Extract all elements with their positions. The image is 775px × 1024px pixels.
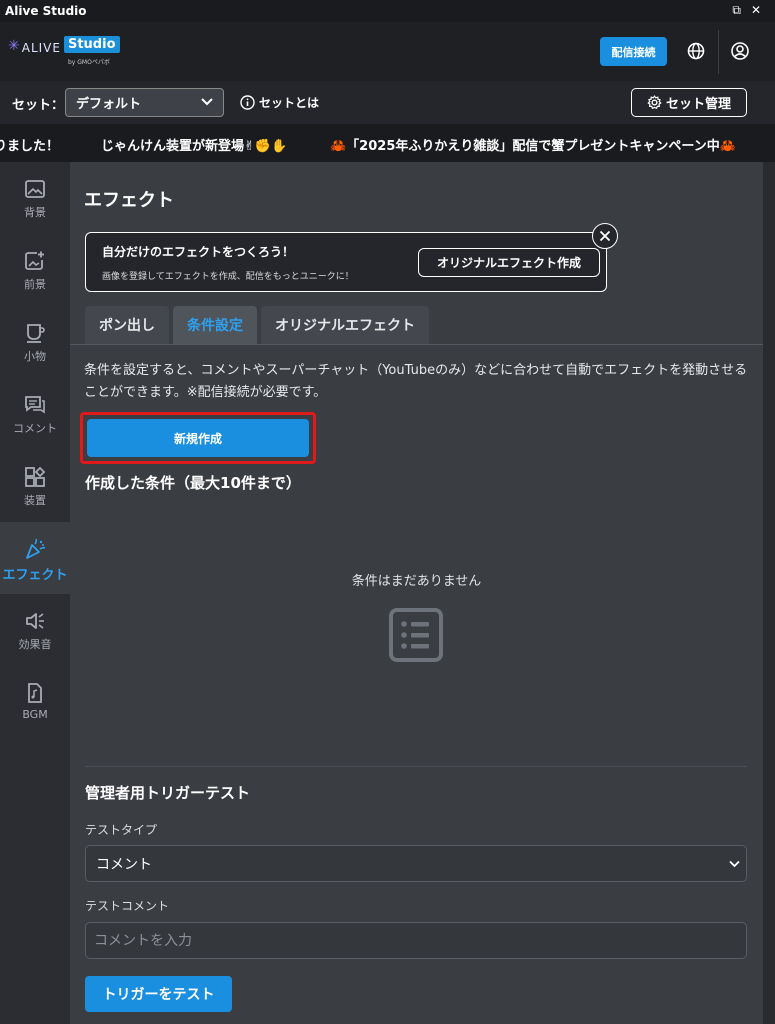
conditions-section-title: 作成した条件（最大10件まで） [85,474,301,492]
tab-pon-dashi[interactable]: ポン出し [85,306,169,344]
app-header: ✳ ALIVE Studio by GMOペパボ 配信接続 [0,22,775,81]
page-title: エフェクト [84,190,174,211]
effect-tabs: ポン出し 条件設定 オリジナルエフェクト [85,306,429,344]
user-account-icon[interactable] [730,41,750,61]
header-divider [718,30,719,74]
close-icon[interactable]: ✕ [751,3,761,17]
globe-icon[interactable] [686,41,706,61]
sidebar-item-label: 背景 [24,206,46,219]
chevron-down-icon [729,860,740,868]
create-original-effect-button[interactable]: オリジナルエフェクト作成 [418,248,600,277]
cup-icon [27,324,45,343]
admin-trigger-title: 管理者用トリガーテスト [85,784,251,802]
window-titlebar: Alive Studio ⧉ ✕ [0,0,775,22]
sidebar-item-label: 小物 [24,350,46,363]
comment-icon [25,396,45,414]
test-type-select[interactable]: コメント [85,845,747,882]
new-button-highlight: 新規作成 [80,412,316,464]
sidebar-item-foreground[interactable]: 前景 [0,234,70,306]
news-ticker: りました！ じゃんけん装置が新登場✌✊✋ 🦀「2025年ふりかえり雑談」配信で蟹… [0,124,775,162]
close-icon [599,230,611,242]
ticker-item[interactable]: りました！ [0,135,59,154]
sidebar-item-label: エフェクト [2,568,68,583]
sidebar-item-comment[interactable]: コメント [0,378,70,450]
gear-icon [647,95,662,110]
logo-by-text: by GMOペパボ [68,59,110,66]
music-file-icon [28,683,42,703]
chevron-down-icon [201,98,213,106]
image-icon [25,180,45,198]
set-label: セット： [12,98,65,113]
sidebar-item-label: 前景 [24,278,46,291]
promo-close-button[interactable] [592,223,618,249]
ticker-item[interactable]: 🦀「2025年ふりかえり雑談」配信で蟹プレゼントキャンペーン中🦀 [330,135,736,154]
sidebar-item-label: 装置 [24,494,46,507]
sidebar-item-props[interactable]: 小物 [0,306,70,378]
restore-icon[interactable]: ⧉ [732,3,741,17]
main-panel: エフェクト 自分だけのエフェクトをつくろう！ 画像を登録してエフェクトを作成、配… [70,162,763,1024]
scrollbar[interactable] [763,162,775,1024]
stream-connect-button[interactable]: 配信接続 [600,37,667,66]
sidebar-item-bgm[interactable]: BGM [0,666,70,738]
star-logo-icon: ✳ [8,38,20,54]
set-help-link[interactable]: セットとは [240,94,319,111]
test-trigger-button[interactable]: トリガーをテスト [85,976,232,1012]
condition-description: 条件を設定すると、コメントやスーパーチャット（YouTubeのみ）などに合わせて… [84,363,748,400]
sidebar-item-effect[interactable]: エフェクト [0,522,70,594]
sidebar-item-device[interactable]: 装置 [0,450,70,522]
promo-banner: 自分だけのエフェクトをつくろう！ 画像を登録してエフェクトを作成、配信をもっとユ… [85,223,618,292]
sidebar-item-label: BGM [22,708,48,721]
speaker-icon [26,613,44,629]
tab-condition-settings[interactable]: 条件設定 [173,306,257,344]
set-manage-button[interactable]: セット管理 [631,88,747,117]
sidebar-item-sound-effect[interactable]: 効果音 [0,594,70,666]
alive-studio-logo[interactable]: ✳ ALIVE Studio by GMOペパボ [8,36,120,66]
new-condition-button[interactable]: 新規作成 [87,419,309,457]
test-comment-input[interactable] [85,922,747,959]
sidebar-item-label: コメント [13,422,57,435]
tab-original-effect[interactable]: オリジナルエフェクト [261,306,429,344]
section-divider [85,766,747,767]
set-bar: セット： デフォルト セットとは セット管理 [0,81,775,124]
test-comment-label: テストコメント [85,899,170,913]
test-type-value: コメント [96,856,152,873]
list-icon [389,608,443,662]
set-manage-text: セット管理 [665,97,731,112]
device-icon [25,466,46,487]
set-help-text: セットとは [259,96,320,110]
window-title: Alive Studio [5,4,87,18]
test-type-label: テストタイプ [85,823,158,837]
party-popper-icon [26,538,46,559]
promo-subtitle: 画像を登録してエフェクトを作成、配信をもっとユニークに！ [102,272,354,282]
image-plus-icon [25,251,44,270]
set-selected-value: デフォルト [76,97,142,112]
ticker-item[interactable]: じゃんけん装置が新登場✌✊✋ [101,135,287,154]
sidebar: 背景 前景 小物 コメント 装置 エフェクト 効果音 BGM [0,162,70,1024]
info-icon [240,95,255,110]
sidebar-item-background[interactable]: 背景 [0,162,70,234]
tabs-divider [70,344,763,345]
sidebar-item-label: 効果音 [18,638,52,651]
logo-studio-text: Studio [63,36,120,53]
promo-title: 自分だけのエフェクトをつくろう！ [102,245,295,259]
set-select[interactable]: デフォルト [65,88,224,117]
logo-alive-text: ALIVE [21,41,61,55]
empty-state-text: 条件はまだありません [351,574,482,589]
